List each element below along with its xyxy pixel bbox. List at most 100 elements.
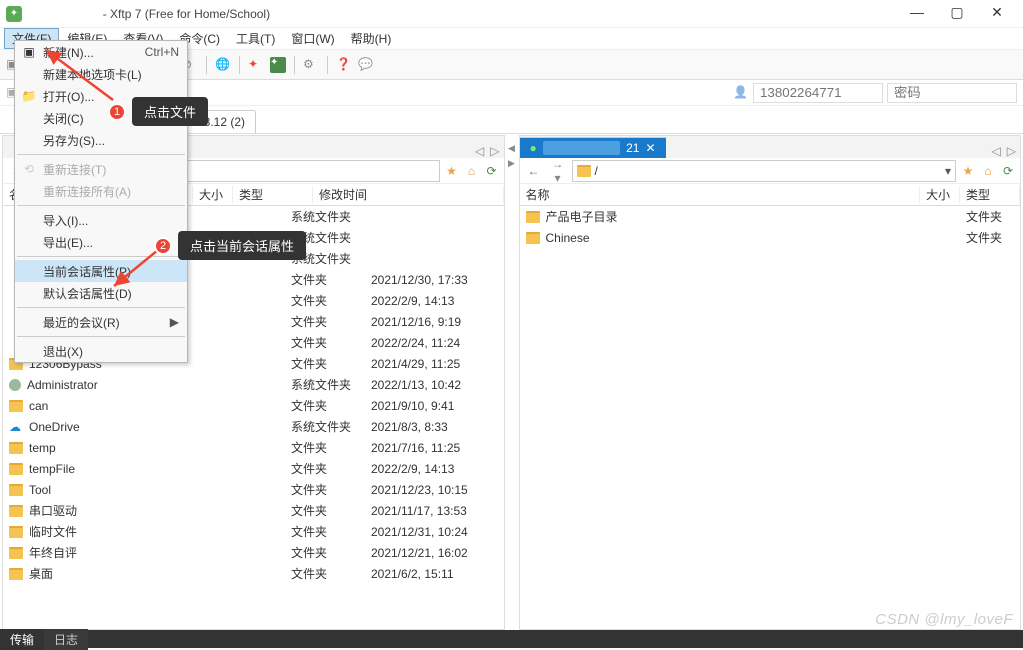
annotation-callout-2: 2 点击当前会话属性 <box>154 231 306 260</box>
file-mtime: 2021/4/29, 11:25 <box>371 357 460 371</box>
menu-label: 关闭(C) <box>43 110 84 127</box>
menu-current-session-props[interactable]: 当前会话属性(P) <box>15 260 187 282</box>
splitter-right-icon[interactable]: ▶ <box>508 158 515 169</box>
file-mtime: 2021/12/31, 10:24 <box>371 525 468 539</box>
splitter[interactable]: ◀ ▶ <box>507 135 517 630</box>
toolbar-globe-icon[interactable]: 🌐 <box>215 57 231 73</box>
col-type[interactable]: 类型 <box>233 186 313 203</box>
table-row[interactable]: ☁OneDrive系统文件夹2021/8/3, 8:33 <box>3 416 504 437</box>
file-mtime: 2021/9/10, 9:41 <box>371 399 454 413</box>
menu-separator <box>17 307 185 308</box>
col-mtime[interactable]: 修改时间 <box>313 186 504 203</box>
file-type: 文件夹 <box>291 483 327 497</box>
tab-close-icon[interactable]: ✕ <box>645 141 655 155</box>
star-icon[interactable]: ★ <box>444 164 460 178</box>
menu-save-as[interactable]: 另存为(S)... <box>15 129 187 151</box>
status-bar: 传输 日志 <box>0 630 1023 648</box>
remote-path-box[interactable]: / ▾ <box>572 160 957 182</box>
table-row[interactable]: tempFile文件夹2022/2/9, 14:13 <box>3 458 504 479</box>
col-type[interactable]: 类型 <box>960 186 1020 203</box>
home-icon[interactable]: ⌂ <box>464 164 480 178</box>
menu-label: 打开(O)... <box>43 88 94 105</box>
folder-icon <box>9 568 23 580</box>
col-size[interactable]: 大小 <box>193 186 233 203</box>
nav-next-icon[interactable]: ▷ <box>1007 144 1016 158</box>
folder-icon <box>526 211 540 223</box>
annotation-callout-1: 1 点击文件 <box>108 97 208 126</box>
table-row[interactable]: Administrator系统文件夹2022/1/13, 10:42 <box>3 374 504 395</box>
nav-prev-icon[interactable]: ◁ <box>992 144 1001 158</box>
file-mtime: 2021/12/30, 17:33 <box>371 273 468 287</box>
nav-back-icon[interactable]: ← <box>524 164 544 178</box>
table-row[interactable]: temp文件夹2021/7/16, 11:25 <box>3 437 504 458</box>
menu-help[interactable]: 帮助(H) <box>343 28 400 49</box>
folder-icon <box>9 526 23 538</box>
minimize-button[interactable]: — <box>897 0 937 28</box>
table-row[interactable]: Chinese文件夹 <box>520 227 1021 248</box>
toolbar-spark-icon[interactable]: ✦ <box>248 57 264 73</box>
table-row[interactable]: 临时文件文件夹2021/12/31, 10:24 <box>3 521 504 542</box>
menu-recent-sessions[interactable]: 最近的会议(R) ▶ <box>15 311 187 333</box>
col-size[interactable]: 大小 <box>920 186 960 203</box>
menu-reconnect-all[interactable]: 重新连接所有(A) <box>15 180 187 202</box>
menu-window[interactable]: 窗口(W) <box>283 28 342 49</box>
status-transfer-tab[interactable]: 传输 <box>0 629 44 650</box>
table-row[interactable]: 产品电子目录文件夹 <box>520 206 1021 227</box>
table-row[interactable]: can文件夹2021/9/10, 9:41 <box>3 395 504 416</box>
file-mtime: 2021/8/3, 8:33 <box>371 420 448 434</box>
menu-exit[interactable]: 退出(X) <box>15 340 187 362</box>
folder-icon <box>526 232 540 244</box>
submenu-arrow-icon: ▶ <box>170 315 179 329</box>
status-log-tab[interactable]: 日志 <box>44 629 88 650</box>
toolbar-settings-icon[interactable]: ⚙ <box>303 57 319 73</box>
chevron-down-icon[interactable]: ▾ <box>945 164 951 178</box>
menu-label: 导入(I)... <box>43 212 88 229</box>
file-type: 文件夹 <box>966 231 1002 245</box>
remote-file-list[interactable]: 产品电子目录文件夹Chinese文件夹 <box>520 206 1021 629</box>
folder-icon <box>9 547 23 559</box>
table-row[interactable]: 年终自评文件夹2021/12/21, 16:02 <box>3 542 504 563</box>
menu-new-local-tab[interactable]: 新建本地选项卡(L) <box>15 63 187 85</box>
maximize-button[interactable]: ▢ <box>937 0 977 28</box>
file-type: 文件夹 <box>291 273 327 287</box>
file-name: 串口驱动 <box>29 502 77 519</box>
col-name[interactable]: 名称 <box>520 186 921 203</box>
toolbar-help-icon[interactable]: ❓ <box>336 57 352 73</box>
menu-label: 最近的会议(R) <box>43 314 120 331</box>
nav-next-icon[interactable]: ▷ <box>490 144 499 158</box>
star-icon[interactable]: ★ <box>960 164 976 178</box>
cloud-icon: ☁ <box>9 420 23 434</box>
menu-tools[interactable]: 工具(T) <box>228 28 283 49</box>
username-input[interactable] <box>753 83 883 103</box>
refresh-icon[interactable]: ⟳ <box>484 164 500 178</box>
table-row[interactable]: 桌面文件夹2021/6/2, 15:11 <box>3 563 504 584</box>
table-row[interactable]: Tool 文件夹 2021/12/23, 10:15 <box>3 479 504 500</box>
close-button[interactable]: ✕ <box>977 0 1017 28</box>
user-icon <box>9 379 21 391</box>
nav-forward-icon[interactable]: → ▾ <box>548 157 568 185</box>
file-type: 文件夹 <box>291 546 327 560</box>
file-type: 文件夹 <box>291 336 327 350</box>
file-name: 桌面 <box>29 565 53 582</box>
table-row[interactable]: 串口驱动文件夹2021/11/17, 13:53 <box>3 500 504 521</box>
home-icon[interactable]: ⌂ <box>980 164 996 178</box>
remote-session-tab[interactable]: ● 172.xxxxxxxxx 21 ✕ <box>520 137 666 158</box>
refresh-icon[interactable]: ⟳ <box>1000 164 1016 178</box>
nav-prev-icon[interactable]: ◁ <box>475 144 484 158</box>
annotation-bubble-1: 点击文件 <box>132 97 208 126</box>
remote-tab-obscured: 172.xxxxxxxxx <box>543 141 620 155</box>
menu-import[interactable]: 导入(I)... <box>15 209 187 231</box>
menu-reconnect[interactable]: ⟲ 重新连接(T) <box>15 158 187 180</box>
file-mtime: 2021/12/23, 10:15 <box>371 483 468 497</box>
menu-new[interactable]: ▣ 新建(N)... Ctrl+N <box>15 41 187 63</box>
annotation-bubble-2: 点击当前会话属性 <box>178 231 306 260</box>
toolbar-feedback-icon[interactable]: 💬 <box>358 57 374 73</box>
file-name: Tool <box>29 483 51 497</box>
toolbar-shell-icon[interactable]: ✦ <box>270 57 286 73</box>
menu-label: 当前会话属性(P) <box>43 263 131 280</box>
menu-default-session-props[interactable]: 默认会话属性(D) <box>15 282 187 304</box>
file-mtime: 2021/11/17, 13:53 <box>371 504 467 518</box>
password-input[interactable] <box>887 83 1017 103</box>
remote-path-text: / <box>595 164 598 178</box>
splitter-left-icon[interactable]: ◀ <box>508 143 515 154</box>
